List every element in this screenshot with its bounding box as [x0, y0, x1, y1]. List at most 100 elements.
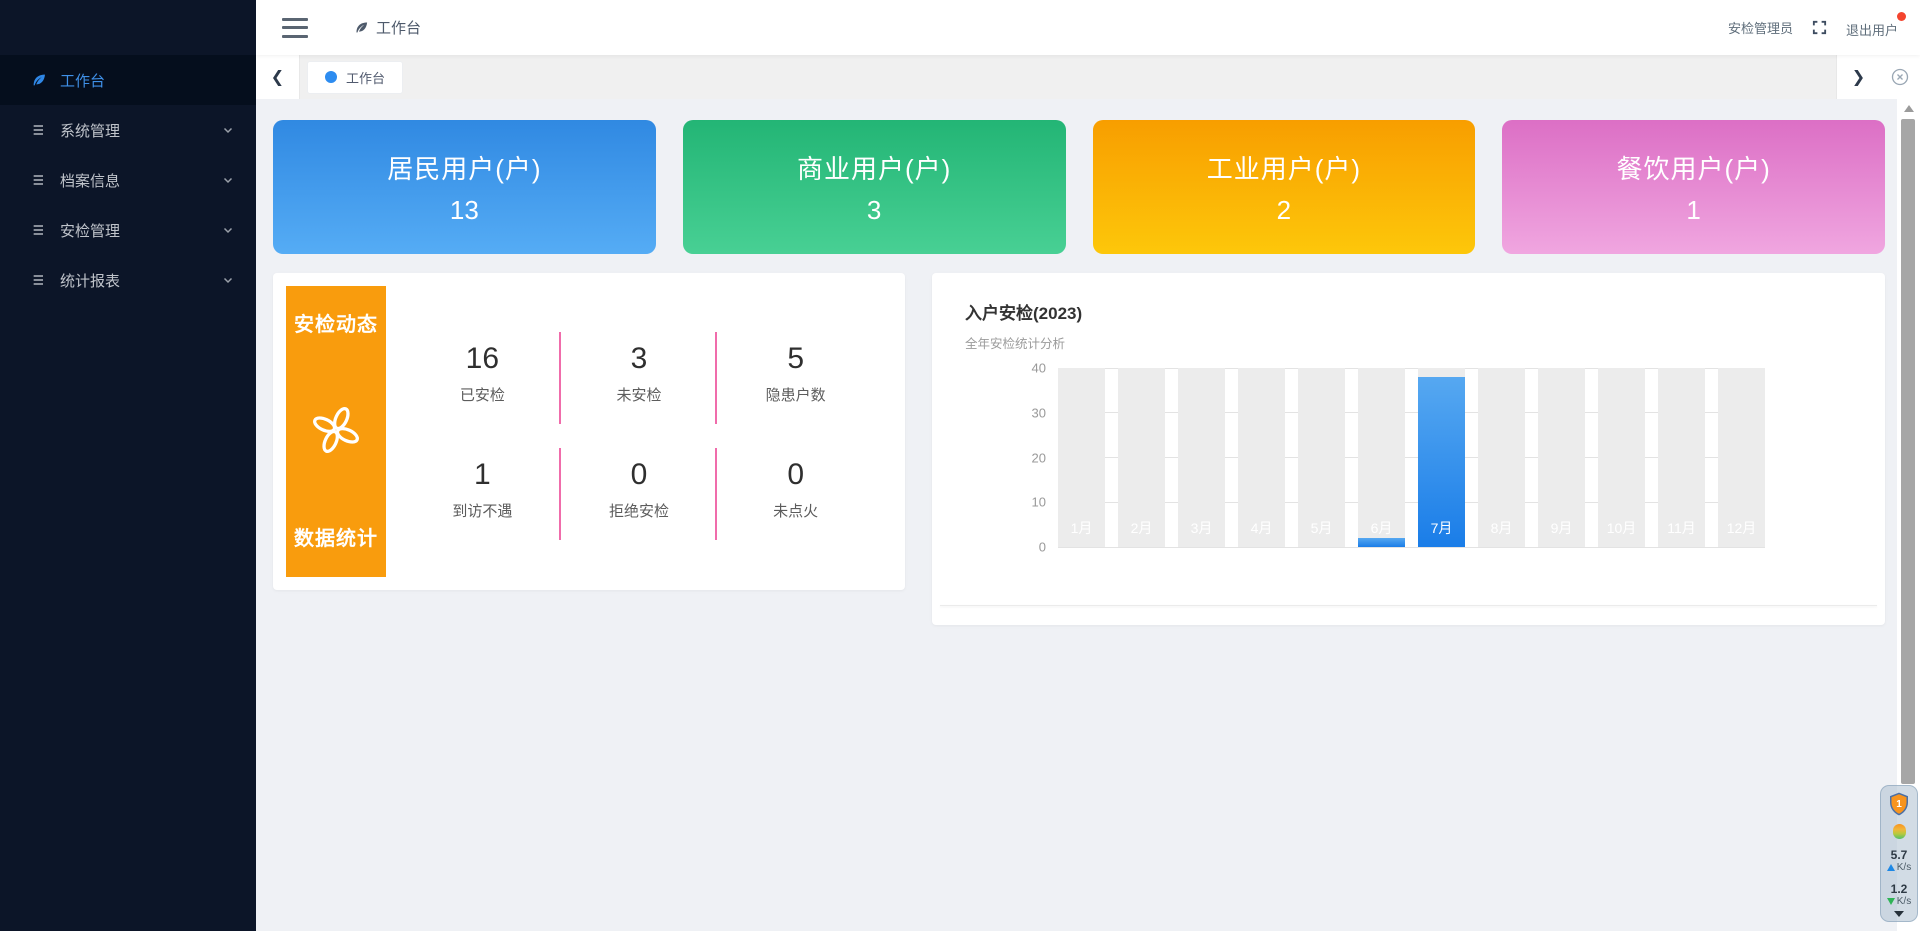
safety-stat-item: 3 未安检: [561, 336, 718, 411]
chart-column-8月: 8月: [1478, 368, 1525, 547]
sidebar-item-3[interactable]: 档案信息: [0, 155, 256, 205]
breadcrumb-label: 工作台: [376, 17, 421, 38]
safety-banner: 安检动态 数据统计: [286, 286, 386, 577]
logout-button[interactable]: 退出用户: [1846, 16, 1898, 39]
chart-title: 入户安检(2023): [965, 299, 1852, 324]
sidebar: 工作台系统管理档案信息安检管理统计报表: [0, 0, 256, 931]
chevron-down-icon: [222, 174, 234, 186]
x-axis-category-label: 9月: [1538, 518, 1585, 538]
sidebar-item-label: 统计报表: [60, 270, 222, 291]
safety-stats-row: 1到访不遇0拒绝安检0未点火: [404, 452, 874, 527]
safety-dynamics-panel: 安检动态 数据统计 16已安检3未安检5隐患户数1到访不遇0拒绝安检0未点火: [273, 273, 905, 590]
chevron-down-icon: [222, 274, 234, 286]
scrollbar-up-arrow[interactable]: [1904, 105, 1914, 112]
leaf-icon: [30, 71, 48, 89]
chart-column-12月: 12月: [1718, 368, 1765, 547]
breadcrumb: 工作台: [354, 17, 421, 38]
safety-stat-value: 3: [561, 342, 718, 376]
y-axis-tick-label: 40: [1032, 361, 1046, 376]
menu-icon: [30, 171, 48, 189]
shield-badge-icon[interactable]: 1: [1888, 792, 1910, 816]
safety-stat-value: 5: [717, 342, 874, 376]
y-axis-tick-label: 10: [1032, 495, 1046, 510]
x-axis-category-label: 8月: [1478, 518, 1525, 538]
safety-banner-top-label: 安检动态: [294, 308, 378, 337]
stat-card-value: 2: [1277, 195, 1291, 226]
scrollbar-thumb[interactable]: [1901, 119, 1915, 784]
chart-subtitle: 全年安检统计分析: [965, 333, 1852, 352]
tab-label: 工作台: [346, 68, 385, 87]
upload-speed-unit: K/s: [1897, 862, 1911, 873]
stat-card-3: 工业用户(户)2: [1093, 120, 1476, 254]
chart-column-10月: 10月: [1598, 368, 1645, 547]
upload-arrow-icon: [1887, 864, 1895, 871]
sidebar-menu: 工作台系统管理档案信息安检管理统计报表: [0, 55, 256, 305]
chart-footer-divider: [940, 605, 1877, 606]
sidebar-item-label: 安检管理: [60, 220, 222, 241]
safety-stat-item: 0 未点火: [717, 452, 874, 527]
x-axis-category-label: 2月: [1118, 518, 1165, 538]
safety-stat-value: 0: [561, 458, 718, 492]
sidebar-logo-area: [0, 0, 256, 55]
tab-workbench[interactable]: 工作台: [307, 61, 403, 94]
fullscreen-icon[interactable]: [1811, 19, 1828, 36]
tab-bar: ❮ 工作台 ❯: [256, 55, 1920, 99]
safety-stat-item: 16已安检: [404, 336, 561, 411]
chart-column-2月: 2月: [1118, 368, 1165, 547]
safety-stat-label: 未点火: [717, 500, 874, 521]
chart-plot-area: 1月2月3月4月5月6月7月8月9月10月11月12月: [1058, 368, 1765, 547]
sidebar-item-label: 系统管理: [60, 120, 222, 141]
x-axis-category-label: 12月: [1718, 518, 1765, 538]
network-monitor-widget[interactable]: 1 5.7 K/s 1.2 K/s: [1880, 785, 1918, 922]
safety-stats-grid: 16已安检3未安检5隐患户数1到访不遇0拒绝安检0未点火: [386, 286, 892, 577]
chart-column-7月: 7月: [1418, 368, 1465, 547]
chart-column-1月: 1月: [1058, 368, 1105, 547]
sidebar-item-label: 工作台: [60, 70, 234, 91]
hamburger-icon[interactable]: [282, 18, 308, 38]
tabs-scroll-left-button[interactable]: ❮: [256, 55, 300, 99]
stat-card-title: 商业用户(户): [797, 149, 951, 186]
chart-column-5月: 5月: [1298, 368, 1345, 547]
pinwheel-icon: [305, 399, 367, 461]
chart-y-axis: 010203040: [965, 368, 1058, 547]
safety-stat-label: 拒绝安检: [561, 500, 718, 521]
y-axis-tick-label: 20: [1032, 450, 1046, 465]
download-speed-value: 1.2: [1891, 882, 1908, 896]
x-axis-category-label: 3月: [1178, 518, 1225, 538]
sidebar-item-1[interactable]: 工作台: [0, 55, 256, 105]
chart-column-9月: 9月: [1538, 368, 1585, 547]
sidebar-item-2[interactable]: 系统管理: [0, 105, 256, 155]
safety-stat-label: 未安检: [561, 384, 718, 405]
sidebar-item-label: 档案信息: [60, 170, 222, 191]
x-axis-category-label: 7月: [1418, 518, 1465, 538]
stat-card-4: 餐饮用户(户)1: [1502, 120, 1885, 254]
stat-cards-row: 居民用户(户)13商业用户(户)3工业用户(户)2餐饮用户(户)1: [273, 120, 1885, 254]
y-axis-tick-label: 0: [1039, 540, 1046, 555]
notification-dot: [1897, 12, 1906, 21]
chevron-down-icon: [222, 224, 234, 236]
close-all-tabs-button[interactable]: [1880, 55, 1920, 99]
sidebar-item-4[interactable]: 安检管理: [0, 205, 256, 255]
tabs-scroll-right-button[interactable]: ❯: [1836, 55, 1880, 99]
tab-strip: 工作台: [300, 55, 1836, 99]
current-user-label[interactable]: 安检管理员: [1728, 18, 1793, 37]
safety-stat-item: 1到访不遇: [404, 452, 561, 527]
safety-stat-item: 5 隐患户数: [717, 336, 874, 411]
safety-stat-label: 隐患户数: [717, 384, 874, 405]
sidebar-item-5[interactable]: 统计报表: [0, 255, 256, 305]
menu-icon: [30, 271, 48, 289]
chart-column-6月: 6月: [1358, 368, 1405, 547]
download-arrow-icon: [1887, 898, 1895, 905]
widget-collapse-caret[interactable]: [1894, 911, 1904, 917]
stat-card-title: 餐饮用户(户): [1616, 149, 1770, 186]
safety-stat-label: 到访不遇: [404, 500, 561, 521]
stat-card-value: 13: [450, 195, 479, 226]
x-axis-category-label: 4月: [1238, 518, 1285, 538]
chart-column-3月: 3月: [1178, 368, 1225, 547]
x-axis-category-label: 6月: [1358, 518, 1405, 538]
safety-stat-value: 0: [717, 458, 874, 492]
top-header: 工作台 安检管理员 退出用户: [256, 0, 1920, 55]
stat-card-title: 居民用户(户): [387, 149, 541, 186]
menu-icon: [30, 221, 48, 239]
safety-stat-value: 16: [404, 342, 561, 376]
